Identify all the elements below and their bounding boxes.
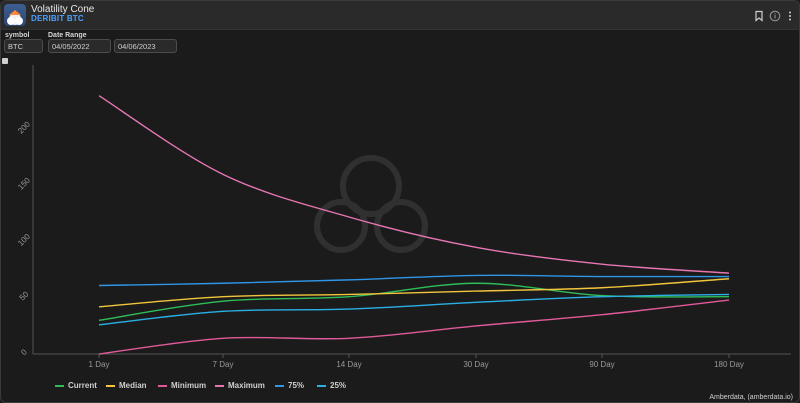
series-line-median	[98, 278, 730, 308]
legend-swatch	[275, 385, 284, 387]
x-tick-label: 180 Day	[714, 360, 744, 369]
series-line-maximum	[98, 95, 730, 274]
start-date-input[interactable]: 04/05/2022	[48, 39, 111, 53]
legend-swatch	[158, 385, 167, 387]
legend-label: 25%	[330, 381, 347, 390]
y-tick-label: 150	[16, 175, 32, 191]
x-tick-label: 7 Day	[213, 360, 234, 369]
app-window: Volatility Cone DERIBIT BTC symbol BTC D	[0, 0, 800, 403]
y-tick-label: 0	[19, 347, 29, 357]
series-line-75-	[98, 274, 730, 287]
y-tick-label: 100	[16, 232, 32, 248]
legend-swatch	[317, 385, 326, 387]
info-icon[interactable]	[769, 9, 781, 22]
legend-label: Maximum	[228, 381, 265, 390]
filter-controls: symbol BTC Date Range 04/05/2022 04/06/2…	[1, 30, 799, 58]
symbol-label: symbol	[5, 32, 30, 39]
legend-label: Median	[119, 381, 147, 390]
end-date-input[interactable]: 04/06/2023	[114, 39, 177, 53]
y-tick-label: 50	[18, 289, 31, 302]
legend-swatch	[106, 385, 115, 387]
window-subtitle: DERIBIT BTC	[31, 14, 84, 23]
legend-label: Current	[68, 381, 97, 390]
legend-label: Minimum	[171, 381, 207, 390]
more-vertical-icon[interactable]	[787, 9, 793, 21]
x-tick-label: 1 Day	[89, 360, 110, 369]
x-tick-label: 90 Day	[589, 360, 614, 369]
series-line-current	[98, 282, 730, 322]
symbol-select[interactable]: BTC	[4, 39, 43, 53]
title-bar: Volatility Cone DERIBIT BTC	[1, 1, 799, 30]
volatility-cone-chart: 0 50 100 150 200 1 Day 7 Day 14 Day 30 Day 90 Day…	[16, 65, 791, 369]
y-tick-label: 200	[16, 119, 32, 135]
app-logo	[4, 4, 26, 26]
x-tick-label: 30 Day	[463, 360, 488, 369]
x-tick-label: 14 Day	[336, 360, 361, 369]
date-range-label: Date Range	[48, 32, 87, 39]
legend-swatch	[215, 385, 224, 387]
legend-label: 75%	[288, 381, 305, 390]
legend-swatch	[55, 385, 64, 387]
series-line-minimum	[98, 299, 730, 355]
bookmark-icon[interactable]	[753, 9, 765, 22]
credit-text: Amberdata, (amberdata.io)	[709, 394, 793, 401]
